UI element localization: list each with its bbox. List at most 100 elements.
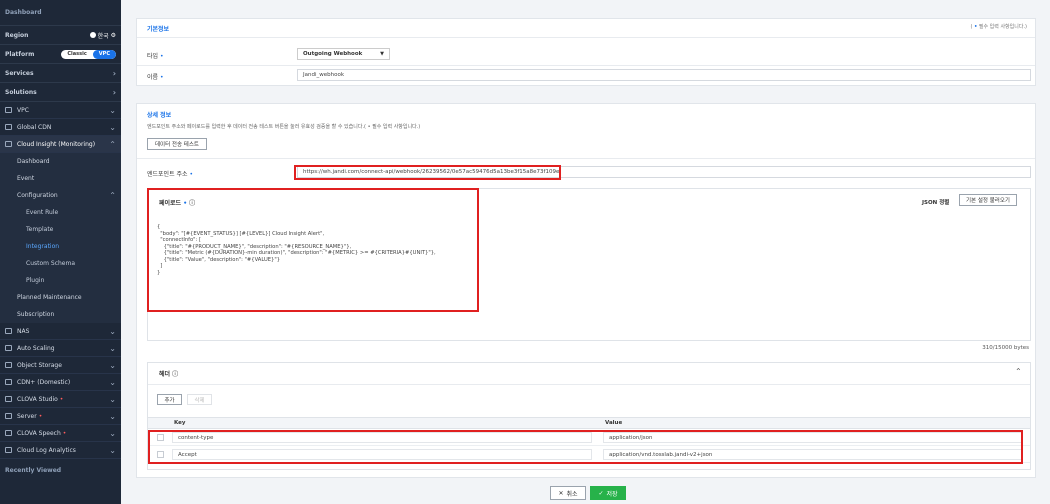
detail-card: 상세 정보 엔드포인트 주소와 페이로드를 입력한 후 데이터 전송 테스트 버…: [136, 103, 1036, 478]
submenu-configuration[interactable]: Configuration ⌃: [0, 187, 121, 204]
required-star-icon: •: [159, 74, 164, 81]
cancel-label: 취소: [566, 490, 578, 498]
region-value[interactable]: 한국 ⚙: [89, 31, 116, 40]
required-star-icon: •: [189, 171, 194, 178]
submenu-label: Dashboard: [17, 158, 50, 165]
submenu-custom-schema[interactable]: Custom Schema: [0, 255, 121, 272]
sidebar-item-label: Global CDN: [17, 123, 52, 131]
platform-label: Platform: [5, 50, 35, 58]
sidebar-item-auto-scaling[interactable]: Auto Scaling ⌄: [0, 340, 121, 357]
sidebar-item-server[interactable]: Server • ⌄: [0, 408, 121, 425]
gear-icon[interactable]: ⚙: [111, 32, 116, 39]
chevron-down-icon: ⌄: [109, 122, 116, 132]
chevron-up-icon: ⌃: [109, 139, 116, 149]
submenu-subscription[interactable]: Subscription: [0, 306, 121, 323]
vpc-icon: [5, 107, 12, 113]
divider: [137, 37, 1035, 38]
header-table-head: Key Value: [148, 417, 1030, 429]
cdn-icon: [5, 379, 12, 385]
divider: [137, 65, 1035, 66]
type-select[interactable]: Outgoing Webhook ▼: [297, 48, 390, 60]
submenu-integration[interactable]: Integration: [0, 238, 121, 255]
chevron-right-icon: ›: [112, 68, 116, 78]
nas-icon: [5, 328, 12, 334]
sidebar-item-nas[interactable]: NAS ⌄: [0, 323, 121, 340]
header-rows-highlight: [148, 430, 1023, 464]
sidebar-item-object-storage[interactable]: Object Storage ⌄: [0, 357, 121, 374]
sidebar-services[interactable]: Services ›: [0, 64, 121, 83]
sidebar-item-global-cdn[interactable]: Global CDN ⌄: [0, 119, 121, 136]
sidebar-item-cdn-domestic[interactable]: CDN+ (Domestic) ⌄: [0, 374, 121, 391]
submenu-label: Planned Maintenance: [17, 294, 82, 301]
sidebar-item-label: VPC: [17, 106, 29, 114]
chevron-up-icon[interactable]: ⌃: [1015, 367, 1022, 376]
json-sort-button[interactable]: JSON 정렬: [922, 198, 949, 206]
solutions-label: Solutions: [5, 88, 37, 96]
byte-counter: 310/15000 bytes: [982, 345, 1029, 351]
sidebar-item-label: Auto Scaling: [17, 344, 55, 352]
submenu-label: Event: [17, 175, 35, 182]
endpoint-highlight: [294, 165, 561, 180]
sidebar: Dashboard Region 한국 ⚙ Platform Classic V…: [0, 0, 121, 504]
submenu-template[interactable]: Template: [0, 221, 121, 238]
log-icon: [5, 447, 12, 453]
cancel-button[interactable]: ✕ 취소: [550, 486, 586, 500]
payload-highlight: [147, 188, 479, 312]
sidebar-item-cloud-log-analytics[interactable]: Cloud Log Analytics ⌄: [0, 442, 121, 459]
submenu-label: Subscription: [17, 311, 55, 318]
submenu-label: Configuration: [17, 192, 58, 199]
sidebar-item-label: CLOVA Speech: [17, 429, 61, 437]
close-icon: ✕: [558, 489, 564, 497]
platform-row: Platform Classic VPC: [0, 45, 121, 64]
sidebar-item-label-wrap: Server •: [17, 413, 109, 420]
detail-description: 엔드포인트 주소와 페이로드를 입력한 후 데이터 전송 테스트 버튼을 눌러 …: [147, 124, 421, 130]
add-header-button[interactable]: 추가: [157, 394, 182, 405]
data-send-test-button[interactable]: 데이터 전송 테스트: [147, 138, 207, 150]
sidebar-dashboard[interactable]: Dashboard: [0, 0, 121, 26]
header-title: 헤더 ⓘ: [159, 369, 178, 378]
submenu-dashboard[interactable]: Dashboard: [0, 153, 121, 170]
clova-icon: [5, 396, 12, 402]
chevron-down-icon: ⌄: [109, 326, 116, 336]
sidebar-item-cloud-insight[interactable]: Cloud Insight (Monitoring) ⌃: [0, 136, 121, 153]
sidebar-item-clova-studio[interactable]: CLOVA Studio • ⌄: [0, 391, 121, 408]
submenu-plugin[interactable]: Plugin: [0, 272, 121, 289]
sidebar-item-label-wrap: CLOVA Studio •: [17, 396, 109, 403]
platform-vpc[interactable]: VPC: [92, 49, 116, 59]
req-note-text: 필수 입력 사항입니다.): [977, 24, 1027, 30]
save-label: 저장: [606, 490, 618, 498]
submenu-planned-maintenance[interactable]: Planned Maintenance: [0, 289, 121, 306]
storage-icon: [5, 362, 12, 368]
chevron-down-icon: ⌄: [109, 377, 116, 387]
submenu-event[interactable]: Event: [0, 170, 121, 187]
sidebar-item-label-wrap: CLOVA Speech •: [17, 430, 109, 437]
platform-toggle[interactable]: Classic VPC: [61, 49, 116, 59]
delete-header-button[interactable]: 삭제: [187, 394, 212, 405]
chevron-down-icon: ⌄: [109, 105, 116, 115]
header-title-text: 헤더: [159, 371, 171, 378]
name-label-text: 이름: [147, 74, 159, 81]
korea-flag-icon: [89, 32, 96, 38]
chevron-down-icon: ⌄: [109, 394, 116, 404]
recently-viewed: Recently Viewed: [5, 467, 62, 474]
info-icon[interactable]: ⓘ: [172, 371, 178, 378]
scaling-icon: [5, 345, 12, 351]
endpoint-label-text: 엔드포인트 주소: [147, 171, 188, 178]
platform-classic[interactable]: Classic: [61, 50, 92, 59]
name-input[interactable]: Jandi_webhook: [297, 69, 1031, 81]
sidebar-item-vpc[interactable]: VPC ⌄: [0, 102, 121, 119]
submenu-event-rule[interactable]: Event Rule: [0, 204, 121, 221]
save-button[interactable]: ✓ 저장: [590, 486, 626, 500]
load-default-button[interactable]: 기본 설정 불러오기: [959, 194, 1017, 206]
region-row[interactable]: Region 한국 ⚙: [0, 26, 121, 45]
sidebar-item-label: CLOVA Studio: [17, 395, 58, 403]
chevron-down-icon: ⌄: [109, 445, 116, 455]
basic-info-card: 기본정보 ( • 필수 입력 사항입니다.) 타입 • Outgoing Web…: [136, 18, 1036, 86]
col-key: Key: [174, 420, 186, 426]
sidebar-solutions[interactable]: Solutions ›: [0, 83, 121, 102]
chevron-down-icon: ⌄: [109, 428, 116, 438]
services-label: Services: [5, 69, 34, 77]
type-label: 타입 •: [147, 51, 164, 60]
sidebar-item-clova-speech[interactable]: CLOVA Speech • ⌄: [0, 425, 121, 442]
detail-title: 상세 정보: [147, 112, 172, 119]
